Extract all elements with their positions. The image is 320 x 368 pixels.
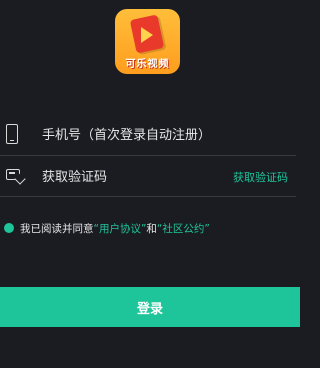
agreement-checkbox[interactable]: [4, 223, 14, 233]
login-button[interactable]: 登录: [0, 287, 300, 327]
divider: [0, 155, 296, 156]
get-code-button[interactable]: 获取验证码: [233, 169, 288, 185]
phone-icon: [6, 124, 18, 144]
app-logo-icon: 可乐视频: [115, 9, 180, 74]
logo-text: 可乐视频: [125, 59, 170, 70]
code-row: 获取验证码: [0, 160, 300, 196]
phone-input[interactable]: [42, 122, 282, 148]
community-rules-link[interactable]: “社区公约”: [157, 221, 210, 236]
verification-code-input[interactable]: [42, 164, 202, 190]
agreement-and: 和: [146, 222, 157, 235]
login-screen: 可乐视频 获取验证码 我已阅读并同意 “用户协议” 和 “社区公约” 登录: [0, 0, 300, 368]
phone-row: [0, 118, 300, 154]
agreement-prefix: 我已阅读并同意: [20, 222, 94, 235]
sms-code-icon: [6, 169, 20, 180]
logo-play-icon: [141, 27, 153, 43]
agreement-row: 我已阅读并同意 “用户协议” 和 “社区公约”: [4, 220, 210, 236]
divider: [0, 196, 296, 197]
user-agreement-link[interactable]: “用户协议”: [94, 221, 147, 236]
